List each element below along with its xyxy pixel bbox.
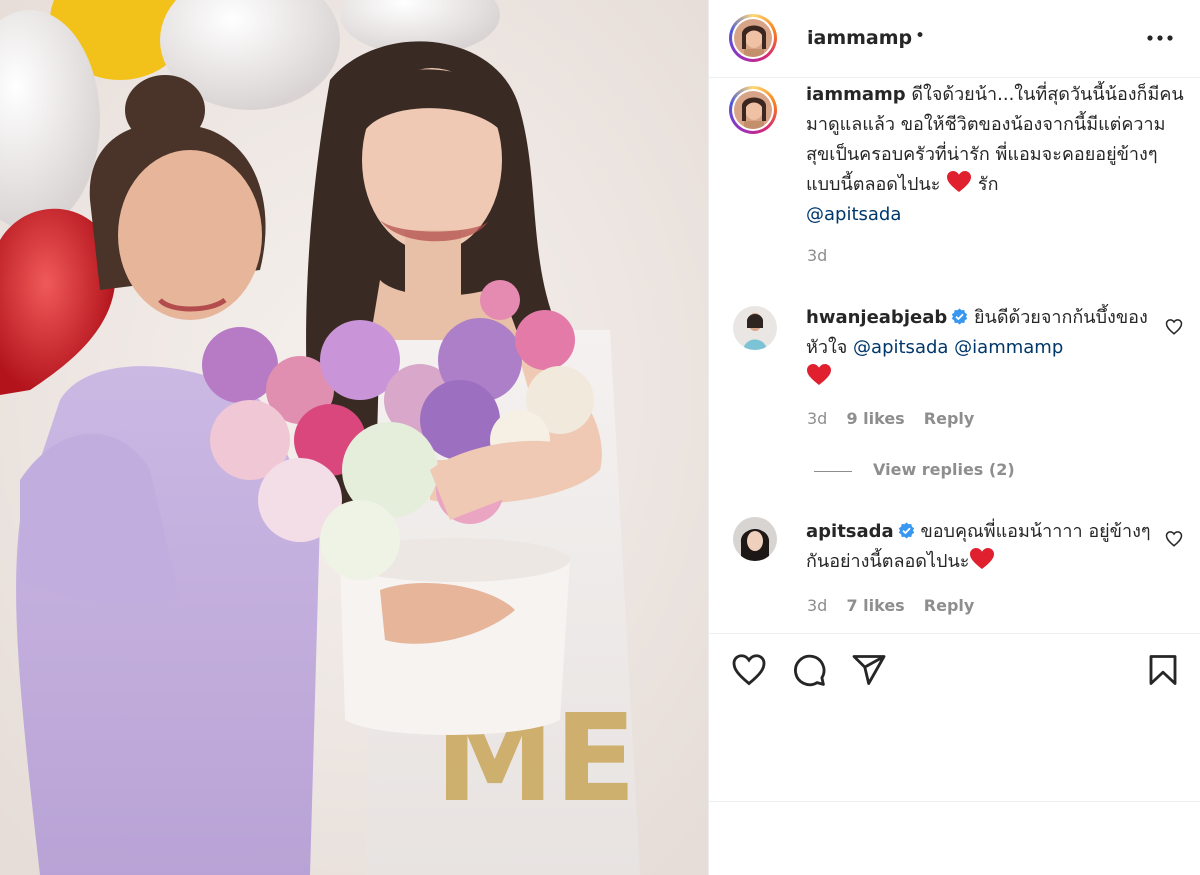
comment-1: hwanjeabjeab ยินดีด้วยจากก้นบึ้งของหัวใจ… xyxy=(806,303,1156,393)
view-replies-button[interactable]: View replies (2) xyxy=(809,460,1049,482)
comment-1-like-heart-icon[interactable] xyxy=(1165,318,1183,336)
caption-avatar-image xyxy=(734,91,772,129)
comment-2-like-heart-icon[interactable] xyxy=(1165,530,1183,548)
comment-avatar-image xyxy=(733,517,777,561)
comment-1-mention-1[interactable]: @apitsada xyxy=(853,337,948,358)
red-heart-emoji-icon xyxy=(947,171,972,192)
more-options-icon[interactable] xyxy=(1145,26,1175,50)
view-replies-line xyxy=(814,471,852,472)
comment-icon[interactable] xyxy=(791,652,827,688)
comment-1-reply-button[interactable]: Reply xyxy=(924,409,975,428)
comment-avatar-image xyxy=(733,306,777,350)
post-photo-illustration: ME xyxy=(0,0,708,875)
comment-1-meta: 3d 9 likes Reply xyxy=(807,409,974,428)
comment-1-likes[interactable]: 9 likes xyxy=(846,409,904,428)
post-photo[interactable]: ME xyxy=(0,0,708,875)
actions-separator xyxy=(709,633,1200,634)
view-replies-label: View replies (2) xyxy=(873,460,1015,479)
share-icon[interactable] xyxy=(851,652,887,688)
header-separator-dot: • xyxy=(915,26,926,46)
comment-2-reply-button[interactable]: Reply xyxy=(924,596,975,615)
comment-2-time: 3d xyxy=(807,596,828,615)
verified-badge-icon xyxy=(952,308,968,325)
red-heart-emoji-icon xyxy=(970,548,995,569)
bottom-separator xyxy=(709,801,1200,802)
post-header: iammamp • xyxy=(709,0,1200,78)
comment-1-mention-2[interactable]: @iammamp xyxy=(954,337,1063,358)
comment-1-username[interactable]: hwanjeabjeab xyxy=(806,307,947,328)
caption-avatar[interactable] xyxy=(729,86,777,134)
red-heart-emoji-icon xyxy=(807,364,831,385)
author-avatar-image xyxy=(734,19,772,57)
comment-2: apitsada ขอบคุณพี่แอมน้าาาา อยู่ข้างๆกัน… xyxy=(806,517,1156,577)
caption-time: 3d xyxy=(807,246,828,265)
comment-2-meta: 3d 7 likes Reply xyxy=(807,596,974,615)
caption-username[interactable]: iammamp xyxy=(806,84,906,105)
caption-love-word: รัก xyxy=(977,174,999,195)
comment-2-likes[interactable]: 7 likes xyxy=(846,596,904,615)
comment-2-username[interactable]: apitsada xyxy=(806,521,894,542)
post-side-panel: iammamp • iammamp ดีใจด้วยน้า...ในที่สุด… xyxy=(709,0,1200,875)
author-avatar[interactable] xyxy=(729,14,777,62)
comment-1-time: 3d xyxy=(807,409,828,428)
comment-avatar-hwanjeabjeab[interactable] xyxy=(733,306,777,350)
post-caption: iammamp ดีใจด้วยน้า...ในที่สุดวันนี้น้อง… xyxy=(806,80,1186,230)
comment-avatar-apitsada[interactable] xyxy=(733,517,777,561)
caption-mention[interactable]: @apitsada xyxy=(806,204,901,225)
bookmark-icon[interactable] xyxy=(1145,652,1181,688)
verified-badge-icon xyxy=(898,522,914,539)
header-username[interactable]: iammamp xyxy=(807,27,912,49)
heart-icon[interactable] xyxy=(731,652,767,688)
